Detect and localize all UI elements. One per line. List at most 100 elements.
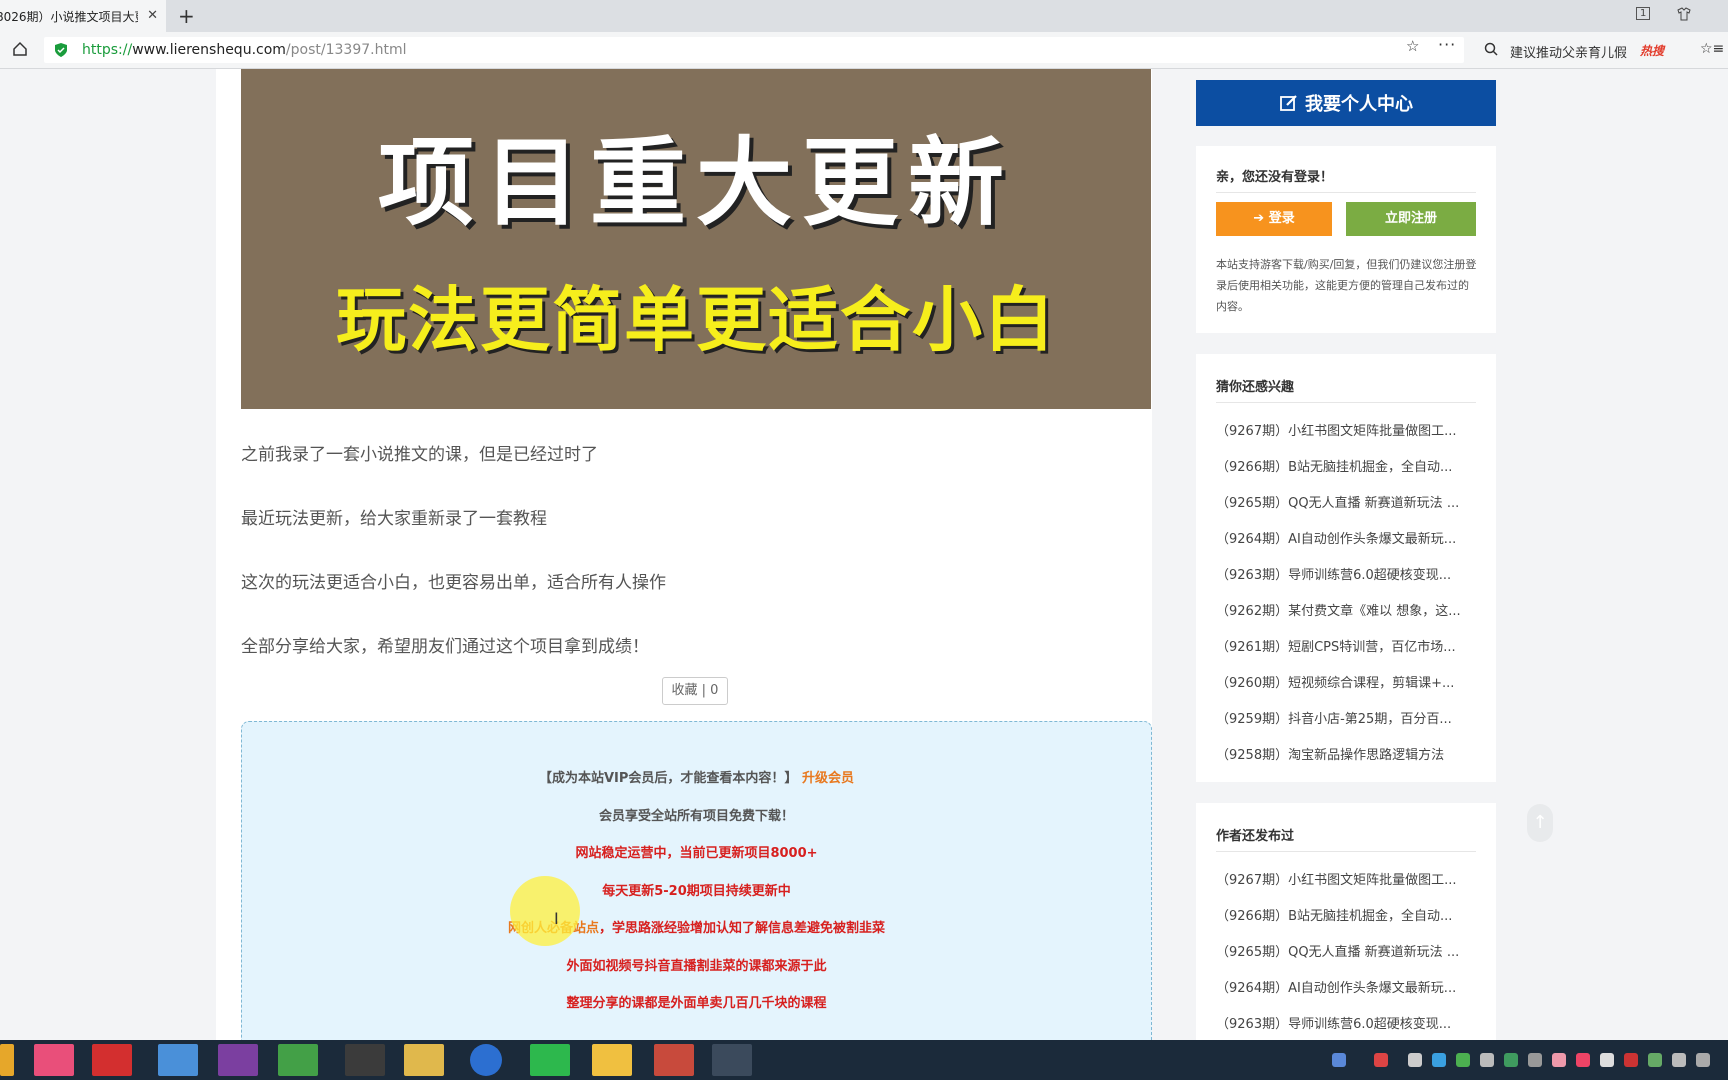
browser-taskbar-icon[interactable] [712, 1044, 752, 1076]
tray-icon[interactable] [1480, 1053, 1494, 1067]
interest-panel: 猜你还感兴趣 （9267期）小红书图文矩阵批量做图工... （9266期）B站无… [1196, 354, 1496, 782]
bookmark-star-icon[interactable]: ☆ [1406, 37, 1419, 55]
login-icon: ➔ [1253, 211, 1269, 226]
vip-line-3: 每天更新5-20期项目持续更新中 [602, 884, 791, 899]
tray-icon[interactable] [1332, 1053, 1346, 1067]
login-label: 登录 [1268, 211, 1295, 226]
author-item[interactable]: （9265期）QQ无人直播 新赛道新玩法 ... [1216, 941, 1486, 960]
interest-item[interactable]: （9258期）淘宝新品操作思路逻辑方法 [1216, 744, 1486, 763]
personal-center-label: 我要个人中心 [1305, 94, 1413, 115]
interest-title: 猜你还感兴趣 [1216, 380, 1295, 395]
taskbar-app-icon[interactable] [158, 1044, 198, 1076]
vip-line-2: 网站稳定运营中，当前已更新项目8000+ [575, 846, 818, 861]
tray-icon[interactable] [1624, 1053, 1638, 1067]
login-prompt: 亲，您还没有登录！ [1216, 170, 1334, 185]
url-field[interactable]: https://www.lierenshequ.com/post/13397.h… [44, 37, 1464, 63]
tab-title: 8026期）小说推文项目大更新 [0, 9, 138, 24]
tray-icon[interactable] [1408, 1053, 1422, 1067]
author-item[interactable]: （9267期）小红书图文矩阵批量做图工... [1216, 869, 1486, 888]
file-explorer-icon[interactable] [404, 1044, 444, 1076]
tray-icon[interactable] [1504, 1053, 1518, 1067]
vip-notice-text: 【成为本站VIP会员后，才能查看本内容！】 [539, 771, 798, 786]
browser-tab[interactable]: 8026期）小说推文项目大更新 ✕ [0, 0, 166, 32]
personal-center-button[interactable]: 我要个人中心 [1196, 80, 1496, 126]
taskbar-app-icon[interactable] [345, 1044, 385, 1076]
author-item[interactable]: （9264期）AI自动创作头条爆文最新玩... [1216, 977, 1486, 996]
interest-item[interactable]: （9259期）抖音小店-第25期，百分百... [1216, 708, 1486, 727]
tray-icon[interactable] [1576, 1053, 1590, 1067]
back-to-top-button[interactable]: ↑ [1527, 804, 1553, 842]
login-button[interactable]: ➔ 登录 [1216, 202, 1332, 236]
shirt-icon[interactable] [1676, 7, 1692, 21]
wps-icon[interactable] [92, 1044, 132, 1076]
tray-icon[interactable] [1528, 1053, 1542, 1067]
close-tab-icon[interactable]: ✕ [147, 8, 158, 23]
tray-icon[interactable] [1456, 1053, 1470, 1067]
new-tab-button[interactable]: + [178, 4, 195, 28]
author-item[interactable]: （9263期）导师训练营6.0超硬核变现... [1216, 1013, 1486, 1032]
favorites-menu-icon[interactable]: ☆≡ [1700, 41, 1724, 57]
interest-item[interactable]: （9260期）短视频综合课程，剪辑课+... [1216, 672, 1486, 691]
favorite-button[interactable]: 收藏 | 0 [662, 677, 728, 705]
interest-item[interactable]: （9261期）短剧CPS特训营，百亿市场... [1216, 636, 1486, 655]
interest-item[interactable]: （9266期）B站无脑挂机掘金，全自动... [1216, 456, 1486, 475]
chrome-icon[interactable] [470, 1044, 502, 1076]
tray-icon[interactable] [1432, 1053, 1446, 1067]
article-banner-image: 项目重大更新 玩法更简单更适合小白 [241, 69, 1151, 409]
tab-bar: 8026期）小说推文项目大更新 ✕ + 1 [0, 0, 1728, 32]
edit-icon [1280, 95, 1297, 111]
network-icon[interactable] [1648, 1053, 1662, 1067]
article-paragraph: 这次的玩法更适合小白，也更容易出单，适合所有人操作 [241, 573, 666, 593]
vip-line-4-text: ，学思路涨经验增加认知了解信息差避免被割韭菜 [599, 921, 886, 936]
taskbar-app-icon[interactable] [592, 1044, 632, 1076]
wechat-icon[interactable] [530, 1044, 570, 1076]
hot-search-badge: 热搜 [1640, 44, 1665, 58]
banner-title: 项目重大更新 [378, 127, 1014, 239]
divider [1216, 192, 1476, 193]
more-options-icon[interactable]: ··· [1438, 35, 1456, 54]
vip-line-6: 整理分享的课都是外面单卖几百几千块的课程 [566, 996, 827, 1011]
taskbar-app-icon[interactable] [278, 1044, 318, 1076]
vip-line-1: 会员享受全站所有项目免费下载！ [598, 809, 794, 824]
vip-line-5: 外面如视频号抖音直播割韭菜的课都来源于此 [566, 959, 827, 974]
taskbar-app-icon[interactable] [34, 1044, 74, 1076]
cursor-highlight [510, 876, 580, 946]
author-title: 作者还发布过 [1216, 829, 1295, 844]
article-paragraph: 最近玩法更新，给大家重新录了一套教程 [241, 509, 547, 529]
interest-item[interactable]: （9262期）某付费文章《难以 想象，这... [1216, 600, 1486, 619]
vip-content-box: 【成为本站VIP会员后，才能查看本内容！】 升级会员 会员享受全站所有项目免费下… [241, 721, 1152, 1053]
taskbar-app-icon[interactable] [0, 1044, 14, 1076]
url-text: https://www.lierenshequ.com/post/13397.h… [82, 42, 406, 58]
tab-count-badge[interactable]: 1 [1636, 7, 1651, 20]
secure-shield-icon [55, 43, 67, 57]
vip-notice: 【成为本站VIP会员后，才能查看本内容！】 升级会员 [242, 767, 1151, 786]
tray-icon[interactable] [1600, 1053, 1614, 1067]
text-cursor-icon: I [554, 909, 559, 928]
volume-icon[interactable] [1672, 1053, 1686, 1067]
tray-icon[interactable] [1696, 1053, 1710, 1067]
interest-item[interactable]: （9264期）AI自动创作头条爆文最新玩... [1216, 528, 1486, 547]
register-button[interactable]: 立即注册 [1346, 202, 1476, 236]
taskbar-app-icon[interactable] [654, 1044, 694, 1076]
url-scheme: https:// [82, 42, 133, 58]
home-icon[interactable] [12, 41, 28, 57]
interest-item[interactable]: （9267期）小红书图文矩阵批量做图工... [1216, 420, 1486, 439]
browser-search-box[interactable]: 建议推动父亲育儿假 热搜 [1478, 37, 1684, 63]
taskbar-app-icon[interactable] [218, 1044, 258, 1076]
divider [1216, 851, 1476, 852]
banner-subtitle: 玩法更简单更适合小白 [336, 279, 1056, 361]
url-path: /post/13397.html [285, 42, 407, 58]
interest-item[interactable]: （9265期）QQ无人直播 新赛道新玩法 ... [1216, 492, 1486, 511]
article-paragraph: 全部分享给大家，希望朋友们通过这个项目拿到成绩！ [241, 637, 649, 657]
url-host: www.lierenshequ.com [132, 42, 286, 58]
tray-icon[interactable] [1552, 1053, 1566, 1067]
interest-item[interactable]: （9263期）导师训练营6.0超硬核变现... [1216, 564, 1486, 583]
author-item[interactable]: （9266期）B站无脑挂机掘金，全自动... [1216, 905, 1486, 924]
search-suggestion: 建议推动父亲育儿假 [1510, 46, 1628, 61]
vip-line-4: 网创人必备站点，学思路涨经验增加认知了解信息差避免被割韭菜 [242, 917, 1151, 936]
taskbar [0, 1040, 1728, 1080]
article-paragraph: 之前我录了一套小说推文的课，但是已经过时了 [241, 445, 598, 465]
address-bar: https://www.lierenshequ.com/post/13397.h… [0, 32, 1728, 69]
upgrade-member-link[interactable]: 升级会员 [802, 771, 854, 786]
tray-icon[interactable] [1374, 1053, 1388, 1067]
